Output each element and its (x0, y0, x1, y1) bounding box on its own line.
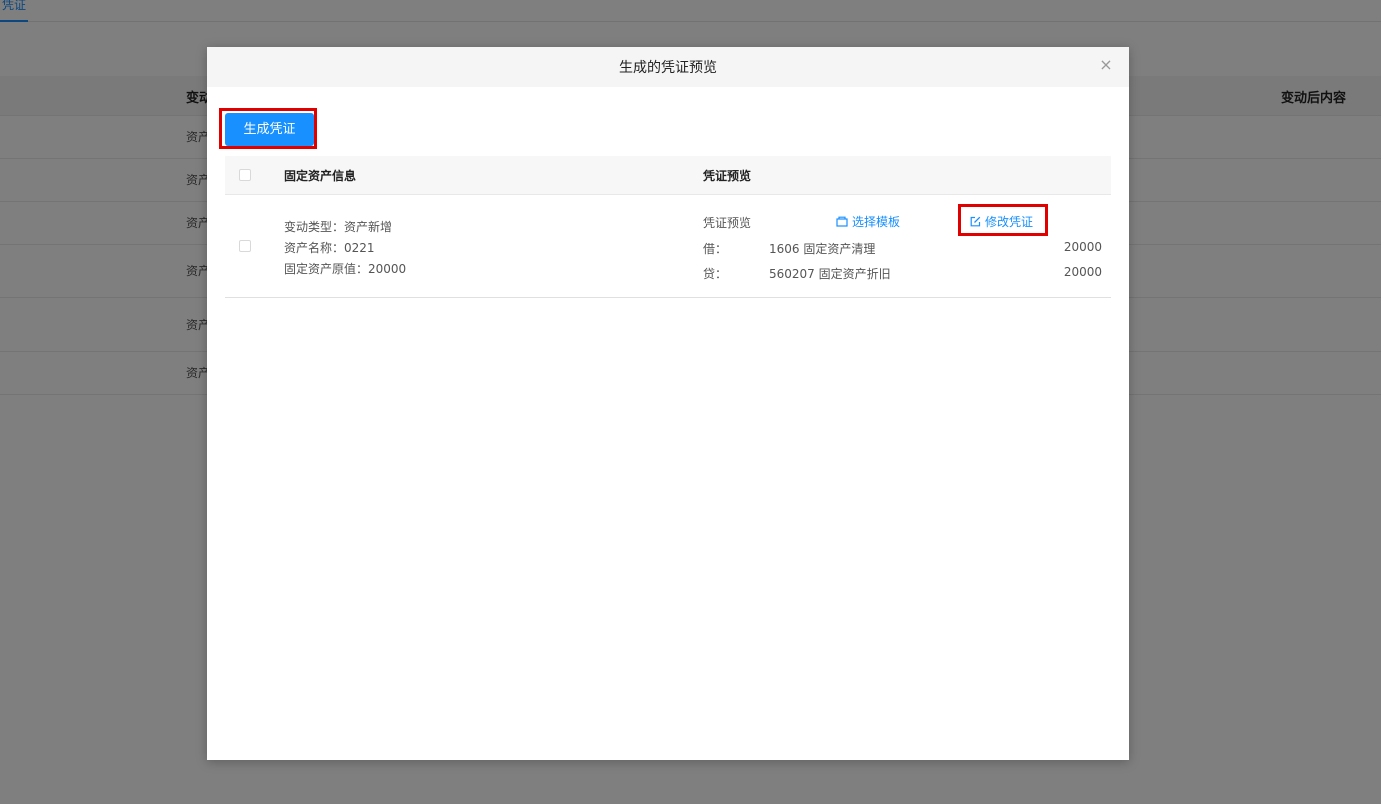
voucher-preview-label: 凭证预览 (703, 216, 752, 230)
generate-voucher-button[interactable]: 生成凭证 (225, 113, 314, 146)
change-type-line: 变动类型：资产新增 (284, 218, 392, 235)
credit-direction: 贷： (703, 267, 728, 281)
voucher-preview-table: 固定资产信息 凭证预览 变动类型：资产新增 资产名称：0221 固定资产原值：2… (225, 156, 1111, 298)
debit-amount: 20000 (1063, 240, 1102, 254)
template-icon (836, 216, 848, 227)
col-voucher-preview: 凭证预览 (703, 169, 752, 183)
modal-header: 生成的凭证预览 × (207, 47, 1129, 87)
credit-amount: 20000 (1063, 265, 1102, 279)
table-row: 变动类型：资产新增 资产名称：0221 固定资产原值：20000 凭证预览 选择… (225, 195, 1111, 298)
debit-direction: 借： (703, 242, 728, 256)
credit-account: 560207 固定资产折旧 (769, 267, 891, 281)
asset-name-line: 资产名称：0221 (284, 239, 375, 256)
asset-name-label: 资产名称： (284, 241, 345, 255)
asset-name-value: 0221 (344, 241, 375, 255)
select-template-label: 选择模板 (852, 215, 901, 229)
select-template-link[interactable]: 选择模板 (836, 213, 900, 230)
debit-account: 1606 固定资产清理 (769, 242, 876, 256)
change-type-label: 变动类型： (284, 220, 345, 234)
edit-icon (970, 216, 981, 227)
close-icon[interactable]: × (1097, 56, 1115, 74)
original-value-line: 固定资产原值：20000 (284, 260, 406, 277)
voucher-preview-modal: 生成的凭证预览 × 生成凭证 固定资产信息 凭证预览 变动类型：资产新增 资产名… (207, 47, 1129, 760)
select-all-checkbox[interactable] (239, 169, 251, 181)
col-asset-info: 固定资产信息 (284, 169, 357, 183)
row-checkbox[interactable] (239, 240, 251, 252)
modal-title: 生成的凭证预览 (619, 60, 717, 76)
edit-voucher-label: 修改凭证 (985, 215, 1034, 229)
edit-voucher-link[interactable]: 修改凭证 (970, 213, 1033, 230)
original-value-label: 固定资产原值： (284, 262, 369, 276)
change-type-value: 资产新增 (344, 220, 393, 234)
table-header: 固定资产信息 凭证预览 (225, 156, 1111, 195)
original-value-value: 20000 (368, 262, 407, 276)
